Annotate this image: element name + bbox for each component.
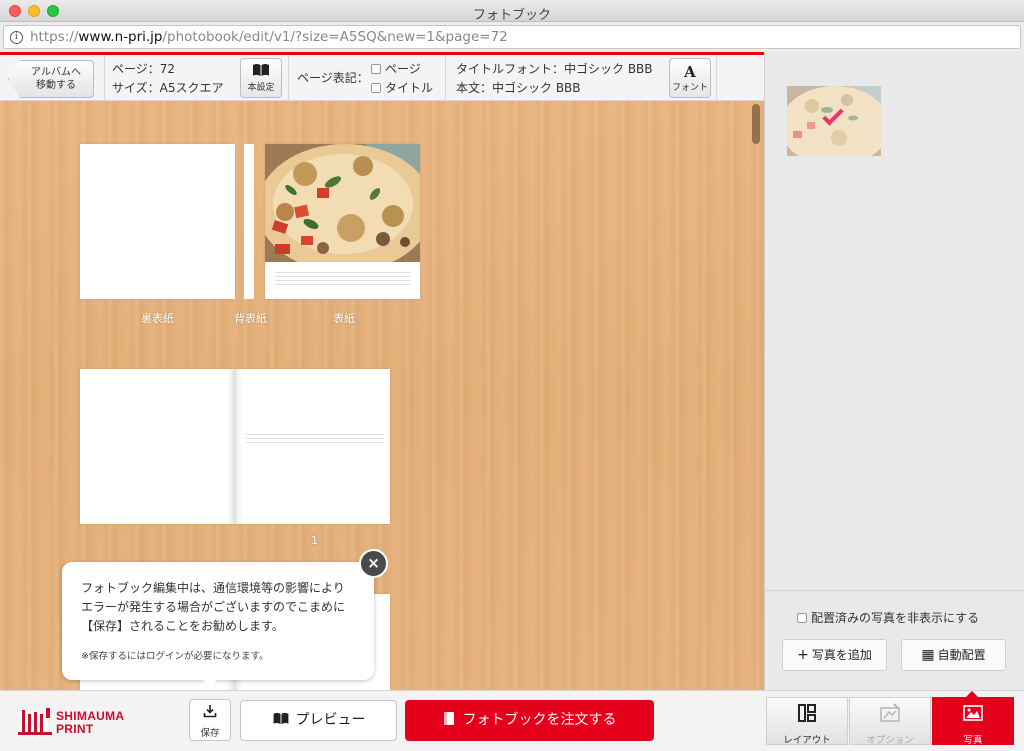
open-book-icon xyxy=(241,63,281,81)
photo-thumbnail[interactable] xyxy=(787,86,881,156)
save-reminder-tooltip: フォトブック編集中は、通信環境等の影響により エラーが発生する場合がございますの… xyxy=(62,562,374,680)
spread-fold-shadow xyxy=(227,369,243,524)
page-number-checkbox[interactable] xyxy=(371,64,381,74)
text-placeholder[interactable] xyxy=(246,434,384,446)
cover-title-placeholder[interactable] xyxy=(275,272,410,288)
order-photobook-button[interactable]: フォトブックを注文する xyxy=(405,700,654,741)
window-title: フォトブック xyxy=(472,8,551,23)
url-scheme: https:// xyxy=(30,29,79,45)
url-host: www.n-pri.jp xyxy=(78,29,163,45)
logo-line2: PRINT xyxy=(56,722,94,736)
tooltip-message: フォトブック編集中は、通信環境等の影響により エラーが発生する場合がございますの… xyxy=(81,579,371,636)
tab-photo[interactable]: 写真 xyxy=(932,697,1014,746)
logo-line1: SHIMAUMA xyxy=(56,709,125,723)
preview-button[interactable]: プレビュー xyxy=(240,700,397,741)
tooltip-note: ※保存するにはログインが必要になります。 xyxy=(81,651,269,662)
toolbar-divider xyxy=(104,55,105,101)
download-icon xyxy=(190,704,230,723)
page-number-option-label: ページ xyxy=(385,62,421,76)
back-button-label: アルバムへ 移動する xyxy=(22,66,90,92)
front-cover-page[interactable] xyxy=(265,144,420,299)
panel-divider xyxy=(764,590,1024,591)
font-letter-icon: A xyxy=(684,63,696,81)
option-icon xyxy=(850,703,930,729)
tab-layout[interactable]: レイアウト xyxy=(766,697,848,746)
back-label-line2: 移動する xyxy=(36,80,76,91)
tab-option-label: オプション xyxy=(866,735,914,746)
tab-layout-label: レイアウト xyxy=(783,735,831,746)
plus-icon: + xyxy=(797,647,809,663)
auto-place-label: 自動配置 xyxy=(937,648,986,662)
back-cover-page[interactable] xyxy=(80,144,235,299)
auto-place-button[interactable]: ▦ 自動配置 xyxy=(901,639,1006,671)
spread-page-1[interactable] xyxy=(80,369,390,524)
page-count: ページ：72 xyxy=(112,62,176,76)
hide-placed-checkbox[interactable] xyxy=(797,613,807,623)
open-book-icon xyxy=(273,712,288,725)
spine-page[interactable] xyxy=(244,144,254,299)
site-info-icon[interactable]: i xyxy=(10,31,23,44)
font-button[interactable]: A フォント xyxy=(669,58,711,98)
active-tab-pointer xyxy=(965,691,979,698)
save-button[interactable]: 保存 xyxy=(189,699,231,741)
back-to-album-button[interactable]: アルバムへ 移動する xyxy=(8,60,94,98)
pizza-photo-image xyxy=(265,144,420,262)
grid-layout-icon: ▦ xyxy=(921,647,935,663)
front-cover-label: 表紙 xyxy=(333,312,355,325)
tab-photo-label: 写真 xyxy=(963,735,983,746)
spread-page-number: 1 xyxy=(311,534,318,547)
body-font-info: 本文：中ゴシック BBB xyxy=(456,81,581,95)
save-label: 保存 xyxy=(200,728,220,739)
window-titlebar: フォトブック xyxy=(0,0,1024,23)
shimauma-print-logo[interactable]: SHIMAUMA PRINT xyxy=(18,706,124,739)
spine-label: 背表紙 xyxy=(234,312,267,325)
tooltip-close-button[interactable]: × xyxy=(359,549,388,578)
add-photo-label: 写真を追加 xyxy=(811,648,872,662)
toolbar-divider xyxy=(288,55,289,101)
font-button-label: フォント xyxy=(671,83,708,93)
hide-placed-option[interactable]: 配置済みの写真を非表示にする xyxy=(797,609,979,626)
editor-toolbar: アルバムへ移動する ページ：72 サイズ：A5スクエア 本設定 ページ表記： ペ… xyxy=(0,55,764,101)
book-icon xyxy=(443,712,454,725)
back-cover-label: 裏表紙 xyxy=(141,312,174,325)
hide-placed-label: 配置済みの写真を非表示にする xyxy=(811,611,980,625)
title-option-label: タイトル xyxy=(385,81,434,95)
title-checkbox[interactable] xyxy=(371,83,381,93)
panel-tabs: レイアウト オプション 写真 xyxy=(766,697,1014,746)
logo-wordmark: SHIMAUMA PRINT xyxy=(56,710,124,736)
photo-icon xyxy=(933,703,1013,729)
url-field[interactable]: i https://www.n-pri.jp/photobook/edit/v1… xyxy=(3,25,1021,49)
book-size: サイズ：A5スクエア xyxy=(112,81,224,95)
tab-option[interactable]: オプション xyxy=(849,697,931,746)
tooltip-line: 【保存】されることをお勧めします。 xyxy=(81,619,284,633)
canvas-scroll-thumb[interactable] xyxy=(752,104,760,144)
url-path: /photobook/edit/v1/?size=A5SQ&new=1&page… xyxy=(162,29,508,45)
order-label: フォトブックを注文する xyxy=(462,712,617,728)
tooltip-arrow xyxy=(200,677,220,687)
book-settings-button[interactable]: 本設定 xyxy=(240,58,282,98)
preview-label: プレビュー xyxy=(295,712,366,728)
title-option[interactable]: タイトル xyxy=(371,79,433,96)
book-settings-label: 本設定 xyxy=(247,83,275,93)
tooltip-line: エラーが発生する場合がございますのでこまめに xyxy=(81,600,346,614)
add-photo-button[interactable]: + 写真を追加 xyxy=(782,639,887,671)
address-bar: i https://www.n-pri.jp/photobook/edit/v1… xyxy=(0,22,1024,52)
toolbar-divider xyxy=(445,55,446,101)
page-number-option[interactable]: ページ xyxy=(371,60,421,77)
title-font-info: タイトルフォント：中ゴシック BBB xyxy=(456,62,653,76)
tooltip-line: フォトブック編集中は、通信環境等の影響により xyxy=(81,581,345,595)
page-notation-label: ページ表記： xyxy=(297,71,369,85)
canvas-scrollbar[interactable] xyxy=(750,101,762,690)
toolbar-divider xyxy=(716,55,717,101)
back-label-line1: アルバムへ xyxy=(31,67,81,78)
url-text[interactable]: https://www.n-pri.jp/photobook/edit/v1/?… xyxy=(30,29,508,45)
zebra-logo-icon xyxy=(18,708,52,735)
cover-photo[interactable] xyxy=(265,144,420,262)
layout-icon xyxy=(767,703,847,729)
